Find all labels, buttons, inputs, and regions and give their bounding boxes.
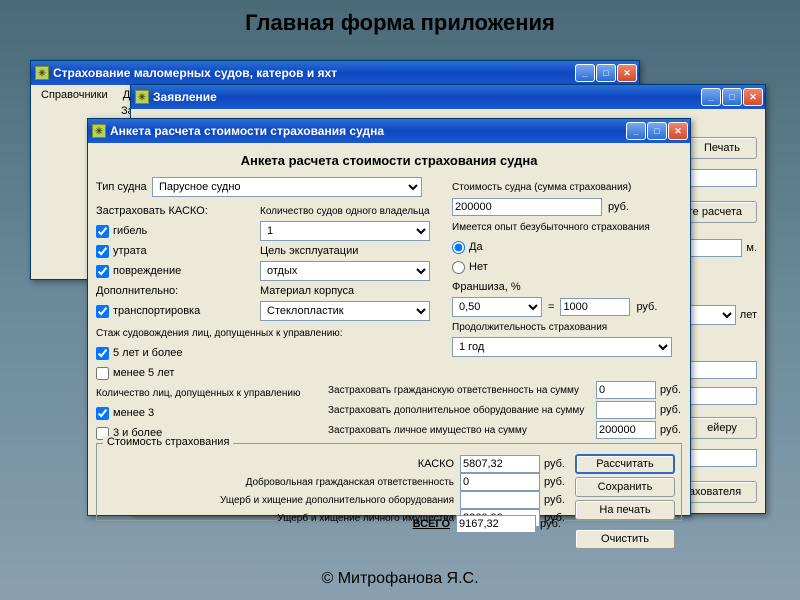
count-label: Количество судов одного владельца (260, 206, 430, 217)
kasko-result-label: КАСКО (103, 458, 460, 470)
count-select[interactable]: 1 (260, 221, 430, 241)
minimize-button[interactable]: _ (575, 64, 595, 82)
close-button[interactable]: ✕ (617, 64, 637, 82)
chk-5plus-label: 5 лет и более (113, 347, 182, 359)
maximize-button[interactable]: □ (647, 122, 667, 140)
franshiza-amt[interactable] (560, 298, 630, 316)
chk-less5[interactable] (96, 367, 109, 380)
dop-ins-input[interactable] (596, 401, 656, 419)
dop-ins-label: Застраховать дополнительное оборудование… (328, 405, 596, 416)
rub-suffix: руб. (540, 518, 561, 530)
app-icon: ✳ (135, 90, 149, 104)
stazh-label: Стаж судовождения лиц, допущенных к упра… (96, 328, 343, 339)
vsego-label: ВСЕГО (97, 518, 456, 530)
minimize-button[interactable]: _ (701, 88, 721, 106)
tsel-select[interactable]: отдых (260, 261, 430, 281)
rub-suffix: руб. (608, 201, 629, 213)
chk-less5-label: менее 5 лет (113, 367, 174, 379)
survey-button[interactable]: ейеру (687, 417, 757, 439)
titlebar-application[interactable]: ✳ Заявление _ □ ✕ (131, 85, 765, 109)
print-button[interactable]: На печать (575, 500, 675, 520)
maximize-button[interactable]: □ (722, 88, 742, 106)
prod-select[interactable]: 1 год (452, 337, 672, 357)
prod-label: Продолжительность страхования (452, 322, 607, 333)
save-button[interactable]: Сохранить (575, 477, 675, 497)
title-text: Страхование маломерных судов, катеров и … (53, 66, 337, 80)
result-legend: Стоимость страхования (103, 436, 233, 448)
franshiza-label: Франшиза, % (452, 281, 521, 293)
grazhd-input[interactable] (596, 381, 656, 399)
ush-dop-label: Ущерб и хищение дополнительного оборудов… (103, 495, 460, 506)
anketa-client: Анкета расчета стоимости страхования суд… (88, 143, 690, 515)
print-button[interactable]: Печать (687, 137, 757, 159)
chk-utrata-label: утрата (113, 245, 147, 257)
rub-suffix: руб. (660, 384, 681, 396)
radio-net[interactable] (452, 261, 465, 274)
tsel-label: Цель эксплуатации (260, 245, 358, 257)
kasko-label: Застраховать КАСКО: (96, 205, 208, 217)
chk-gibel[interactable] (96, 225, 109, 238)
minimize-button[interactable]: _ (626, 122, 646, 140)
rub-suffix: руб. (544, 494, 565, 506)
chk-less3-label: менее 3 (113, 407, 154, 419)
rub-suffix: руб. (544, 458, 565, 470)
radio-da-label: Да (469, 241, 483, 253)
franshiza-select[interactable]: 0,50 (452, 297, 542, 317)
menu-spravochniki[interactable]: Справочники (35, 87, 114, 103)
dgo-result-label: Добровольная гражданская ответственность (103, 477, 460, 488)
vsego-result[interactable] (456, 515, 536, 533)
rub-suffix: руб. (544, 476, 565, 488)
lich-label: Застраховать личное имущество на сумму (328, 425, 596, 436)
chk-povrezhdenie[interactable] (96, 265, 109, 278)
eq-sign: = (548, 301, 554, 313)
window-anketa: ✳ Анкета расчета стоимости страхования с… (87, 118, 691, 516)
close-button[interactable]: ✕ (743, 88, 763, 106)
chk-transport-label: транспортировка (113, 305, 200, 317)
app-icon: ✳ (92, 124, 106, 138)
page-title: Главная форма приложения (0, 0, 800, 42)
chk-gibel-label: гибель (113, 225, 147, 237)
close-button[interactable]: ✕ (668, 122, 688, 140)
anketa-heading: Анкета расчета стоимости страхования суд… (96, 147, 682, 176)
rub-suffix: руб. (660, 404, 681, 416)
kolvo-lits-label: Количество лиц, допущенных к управлению (96, 388, 300, 399)
rub-suffix: руб. (636, 301, 657, 313)
chk-less3[interactable] (96, 407, 109, 420)
grazhd-label: Застраховать гражданскую ответственность… (328, 385, 596, 396)
calc-button[interactable]: Рассчитать (575, 454, 675, 474)
opyt-label: Имеется опыт безубыточного страхования (452, 222, 650, 233)
chk-povrezhdenie-label: повреждение (113, 265, 181, 277)
maximize-button[interactable]: □ (596, 64, 616, 82)
radio-da[interactable] (452, 241, 465, 254)
stoimost-input[interactable] (452, 198, 602, 216)
titlebar-main[interactable]: ✳ Страхование маломерных судов, катеров … (31, 61, 639, 85)
lich-input[interactable] (596, 421, 656, 439)
material-label: Материал корпуса (260, 285, 354, 297)
footer: © Митрофанова Я.С. (0, 570, 800, 588)
chk-utrata[interactable] (96, 245, 109, 258)
ship-type-select[interactable]: Парусное судно (152, 177, 422, 197)
chk-transport[interactable] (96, 305, 109, 318)
m-suffix: м. (746, 242, 757, 254)
clear-button[interactable]: Очистить (575, 529, 675, 549)
title-text: Анкета расчета стоимости страхования суд… (110, 124, 384, 138)
kasko-result[interactable] (460, 455, 540, 473)
rub-suffix: руб. (660, 424, 681, 436)
dgo-result[interactable] (460, 473, 540, 491)
app-icon: ✳ (35, 66, 49, 80)
ship-type-label: Тип судна (96, 181, 152, 193)
result-groupbox: Стоимость страхования КАСКОруб. Добровол… (96, 443, 682, 521)
radio-net-label: Нет (469, 261, 488, 273)
ush-dop-result[interactable] (460, 491, 540, 509)
chk-5plus[interactable] (96, 347, 109, 360)
stoimost-label: Стоимость судна (сумма страхования) (452, 182, 631, 193)
age-suffix: лет (740, 309, 757, 321)
titlebar-anketa[interactable]: ✳ Анкета расчета стоимости страхования с… (88, 119, 690, 143)
dop-label: Дополнительно: (96, 285, 178, 297)
title-text: Заявление (153, 90, 217, 104)
material-select[interactable]: Стеклопластик (260, 301, 430, 321)
